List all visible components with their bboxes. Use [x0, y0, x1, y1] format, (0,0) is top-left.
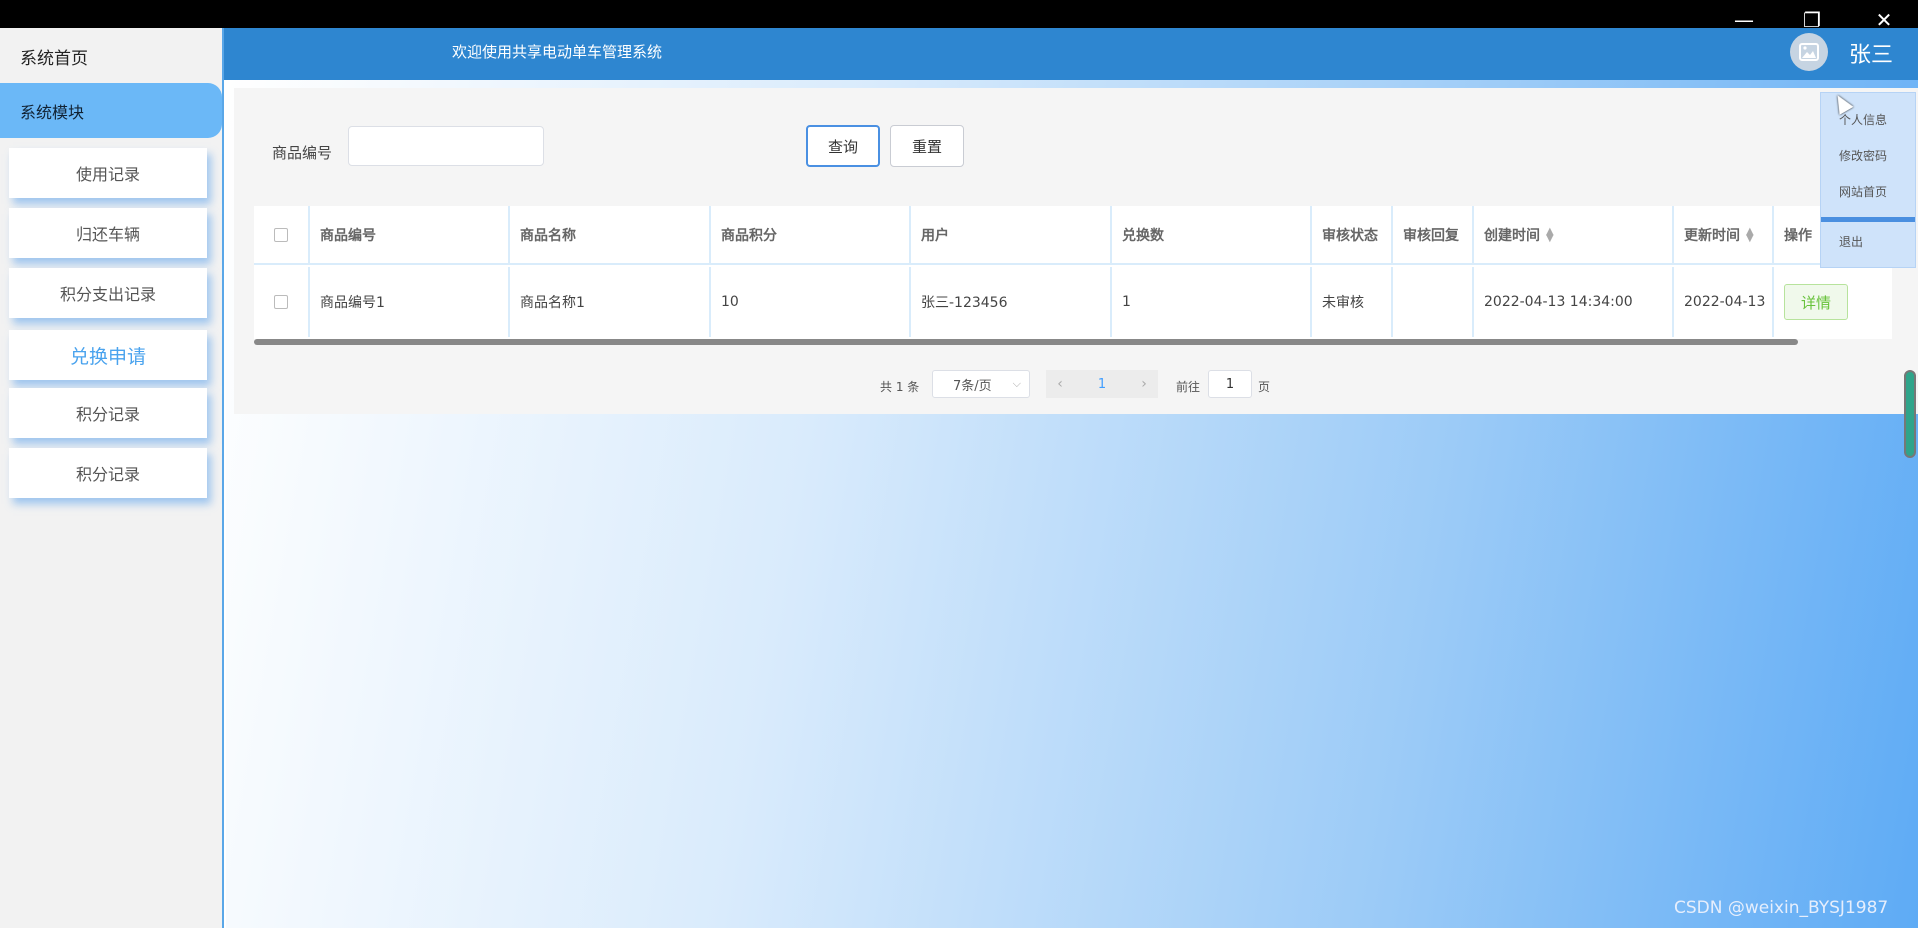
select-all-cell — [254, 206, 310, 263]
product-code-input[interactable] — [348, 126, 544, 166]
next-page-button[interactable]: › — [1130, 370, 1158, 398]
main-content: 商品编号 查询 重置 商品编号 商品名称 商品积分 用户 兑换数 审核状态 审核… — [226, 80, 1918, 928]
sidebar-item-usage-records[interactable]: 使用记录 — [9, 148, 207, 198]
cell-review-reply — [1393, 267, 1474, 337]
page-vertical-scrollbar[interactable] — [1904, 370, 1916, 458]
query-button[interactable]: 查询 — [806, 125, 880, 167]
header-product-points: 商品积分 — [711, 206, 911, 263]
header-updated-time[interactable]: 更新时间 ▲ ▼ — [1674, 206, 1774, 263]
header-product-code: 商品编号 — [310, 206, 510, 263]
menu-divider — [1821, 217, 1915, 222]
cell-product-name: 商品名称1 — [510, 267, 711, 337]
username[interactable]: 张三 — [1849, 37, 1893, 69]
menu-item-profile[interactable]: 个人信息 — [1839, 111, 1887, 128]
row-checkbox[interactable] — [274, 295, 288, 309]
list-panel: 商品编号 查询 重置 商品编号 商品名称 商品积分 用户 兑换数 审核状态 审核… — [234, 88, 1918, 414]
window-titlebar — [0, 0, 1918, 28]
cell-action: 详情 — [1774, 267, 1892, 337]
image-icon — [1799, 43, 1819, 61]
top-header: 欢迎使用共享电动单车管理系统 张三 — [224, 28, 1918, 80]
avatar[interactable] — [1790, 33, 1828, 71]
exchange-table: 商品编号 商品名称 商品积分 用户 兑换数 审核状态 审核回复 创建时间 ▲ ▼ 更… — [254, 206, 1892, 339]
pagination-total: 共 1 条 — [880, 380, 920, 394]
detail-button[interactable]: 详情 — [1784, 284, 1848, 320]
header-review-status: 审核状态 — [1312, 206, 1393, 263]
pagination: 共 1 条 7条/页 ⌵ ‹ 1 › 前往 1 页 — [234, 370, 1918, 400]
sidebar-item-points-record[interactable]: 积分记录 — [9, 388, 207, 438]
cell-user: 张三-123456 — [911, 267, 1112, 337]
sidebar-item-return-vehicle[interactable]: 归还车辆 — [9, 208, 207, 258]
sidebar-module-header[interactable]: 系统模块 — [0, 83, 222, 138]
page-size-value: 7条/页 — [953, 378, 992, 394]
table-horizontal-scrollbar[interactable] — [254, 339, 1798, 345]
goto-page-input[interactable]: 1 — [1208, 370, 1252, 398]
filter-label: 商品编号 — [272, 144, 333, 162]
current-page-number[interactable]: 1 — [1074, 370, 1130, 398]
sidebar-home-link[interactable]: 系统首页 — [20, 44, 88, 69]
prev-page-button[interactable]: ‹ — [1046, 370, 1074, 398]
chevron-down-icon: ⌵ — [1012, 377, 1021, 390]
sidebar-item-points-record-2[interactable]: 积分记录 — [9, 448, 207, 498]
header-created-time[interactable]: 创建时间 ▲ ▼ — [1474, 206, 1674, 263]
menu-item-change-password[interactable]: 修改密码 — [1839, 147, 1887, 164]
header-user: 用户 — [911, 206, 1112, 263]
cell-product-code: 商品编号1 — [310, 267, 510, 337]
user-dropdown-menu: 个人信息 修改密码 网站首页 退出 — [1820, 92, 1916, 268]
page-title: 欢迎使用共享电动单车管理系统 — [452, 43, 663, 61]
reset-button[interactable]: 重置 — [890, 125, 964, 167]
sidebar-item-exchange-request[interactable]: 兑换申请 — [9, 330, 207, 380]
menu-item-site-home[interactable]: 网站首页 — [1839, 183, 1887, 200]
header-updated-time-label: 更新时间 — [1684, 227, 1740, 244]
cell-updated-time: 2022-04-13 — [1674, 267, 1774, 337]
watermark: CSDN @weixin_BYSJ1987 — [1674, 898, 1889, 918]
menu-item-logout[interactable]: 退出 — [1839, 233, 1863, 250]
goto-label: 前往 — [1176, 380, 1201, 394]
sidebar: 系统首页 系统模块 使用记录 归还车辆 积分支出记录 兑换申请 积分记录 积分记… — [0, 28, 224, 928]
cell-exchange-count: 1 — [1112, 267, 1312, 337]
header-exchange-count: 兑换数 — [1112, 206, 1312, 263]
sidebar-item-points-expense[interactable]: 积分支出记录 — [9, 268, 207, 318]
page-size-select[interactable]: 7条/页 ⌵ — [932, 370, 1030, 398]
sort-icon[interactable]: ▲ ▼ — [1546, 226, 1554, 243]
table-header-row: 商品编号 商品名称 商品积分 用户 兑换数 审核状态 审核回复 创建时间 ▲ ▼ 更… — [254, 206, 1892, 265]
cell-product-points: 10 — [711, 267, 911, 337]
table-row: 商品编号1 商品名称1 10 张三-123456 1 未审核 2022-04-1… — [254, 267, 1892, 337]
select-all-checkbox[interactable] — [274, 227, 288, 242]
cell-review-status: 未审核 — [1312, 267, 1393, 337]
cell-created-time: 2022-04-13 14:34:00 — [1474, 267, 1674, 337]
page-suffix: 页 — [1258, 380, 1271, 394]
row-select-cell — [254, 267, 310, 337]
header-product-name: 商品名称 — [510, 206, 711, 263]
header-review-reply: 审核回复 — [1393, 206, 1474, 263]
sort-icon[interactable]: ▲ ▼ — [1746, 226, 1754, 243]
header-created-time-label: 创建时间 — [1484, 227, 1540, 244]
